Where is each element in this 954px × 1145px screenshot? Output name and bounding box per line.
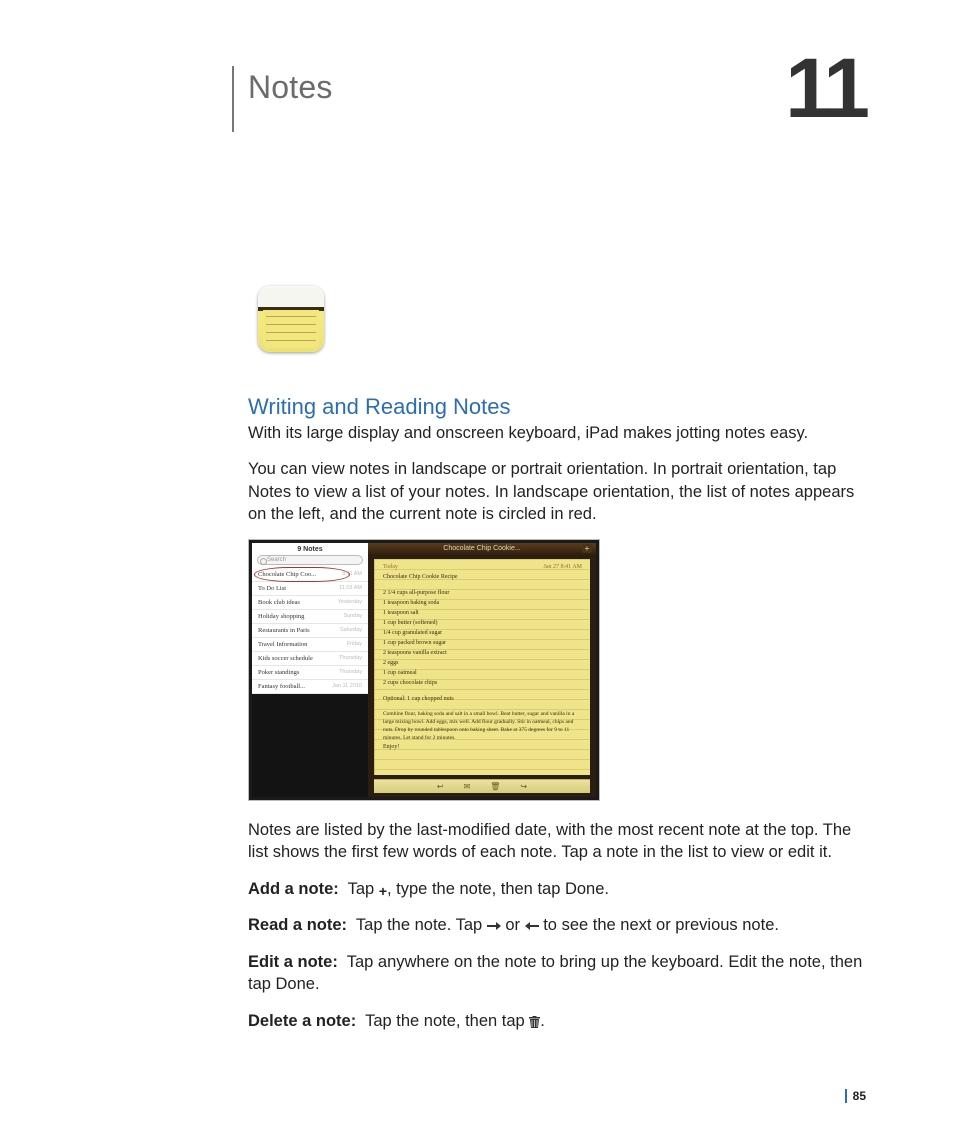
list-item[interactable]: Poker standings Thursday bbox=[252, 666, 368, 680]
note-day: Today bbox=[383, 562, 398, 572]
list-item[interactable]: Travel Information Friday bbox=[252, 638, 368, 652]
text: Tap bbox=[348, 880, 379, 898]
back-icon[interactable]: ↩ bbox=[437, 782, 444, 791]
list-item-label: Book club ideas bbox=[258, 599, 300, 606]
note-detail-panel: Chocolate Chip Cookie... + Today Jan 27 … bbox=[368, 543, 596, 797]
list-item[interactable]: Kids soccer schedule Thursday bbox=[252, 652, 368, 666]
note-title: Chocolate Chip Cookie... bbox=[443, 545, 520, 552]
note-heading: Chocolate Chip Cookie Recipe bbox=[383, 572, 582, 582]
add-note-line: Add a note: Tap +, type the note, then t… bbox=[248, 878, 864, 900]
mail-icon[interactable]: ✉ bbox=[464, 782, 471, 791]
list-item-label: Restaurants in Paris bbox=[258, 627, 310, 634]
read-note-label: Read a note: bbox=[248, 916, 347, 934]
text: . bbox=[540, 1012, 545, 1030]
note-line: Optional: 1 cup chopped nuts bbox=[383, 694, 582, 704]
list-item-time: 11:03 AM bbox=[339, 585, 362, 592]
arrow-right-icon bbox=[487, 915, 501, 937]
list-item[interactable]: Holiday shopping Sunday bbox=[252, 610, 368, 624]
text: to see the next or previous note. bbox=[539, 916, 779, 934]
trash-icon bbox=[529, 1011, 540, 1033]
note-line: 1/4 cup granulated sugar bbox=[383, 628, 582, 638]
list-item-time: Jan 11 2010 bbox=[332, 683, 362, 690]
body-content: Writing and Reading Notes With its large… bbox=[248, 394, 864, 1047]
list-item[interactable]: Chocolate Chip Coo... 8:11 AM bbox=[252, 568, 368, 582]
page-footer: 85 bbox=[845, 1089, 866, 1103]
list-item-time: Saturday bbox=[340, 627, 362, 634]
note-line: 1 cup oatmeal bbox=[383, 668, 582, 678]
note-date: Jan 27 8:41 AM bbox=[543, 562, 582, 572]
notes-screenshot-figure: 9 Notes Search Chocolate Chip Coo... 8:11… bbox=[248, 539, 600, 801]
list-item-label: To Do List bbox=[258, 585, 286, 592]
list-item-time: Thursday bbox=[339, 655, 362, 662]
orientation-paragraph: You can view notes in landscape or portr… bbox=[248, 458, 864, 525]
note-toolbar: ↩ ✉ 🗑 ↪ bbox=[374, 779, 590, 793]
edit-note-line: Edit a note: Tap anywhere on the note to… bbox=[248, 951, 864, 996]
note-instructions: Combine flour, baking soda and salt in a… bbox=[383, 710, 582, 742]
page-number: 85 bbox=[853, 1089, 866, 1103]
note-line: 1 teaspoon baking soda bbox=[383, 598, 582, 608]
note-line: 2 teaspoons vanilla extract bbox=[383, 648, 582, 658]
text: Tap anywhere on the note to bring up the… bbox=[248, 953, 862, 993]
notes-count-title: 9 Notes bbox=[252, 543, 368, 555]
add-note-button[interactable]: + bbox=[582, 544, 592, 553]
list-item-time: 8:11 AM bbox=[342, 571, 362, 578]
list-item[interactable]: Restaurants in Paris Saturday bbox=[252, 624, 368, 638]
chapter-number: 11 bbox=[785, 40, 866, 137]
text: Tap the note. Tap bbox=[356, 916, 487, 934]
edit-note-label: Edit a note: bbox=[248, 953, 338, 971]
list-item[interactable]: Fantasy football... Jan 11 2010 bbox=[252, 680, 368, 694]
note-body[interactable]: Today Jan 27 8:41 AM Chocolate Chip Cook… bbox=[374, 559, 590, 775]
footer-accent-bar bbox=[845, 1089, 847, 1103]
delete-note-label: Delete a note: bbox=[248, 1012, 356, 1030]
read-note-line: Read a note: Tap the note. Tap or to see… bbox=[248, 914, 864, 937]
listing-paragraph: Notes are listed by the last-modified da… bbox=[248, 819, 864, 864]
list-item-label: Poker standings bbox=[258, 669, 299, 676]
section-heading: Writing and Reading Notes bbox=[248, 394, 864, 420]
list-item[interactable]: Book club ideas Yesterday bbox=[252, 596, 368, 610]
list-item-label: Holiday shopping bbox=[258, 613, 304, 620]
list-item-label: Travel Information bbox=[258, 641, 307, 648]
note-line: Enjoy! bbox=[383, 742, 582, 752]
list-item-label: Kids soccer schedule bbox=[258, 655, 313, 662]
header-rule bbox=[232, 66, 234, 132]
notes-list-panel: 9 Notes Search Chocolate Chip Coo... 8:11… bbox=[252, 543, 368, 797]
intro-paragraph: With its large display and onscreen keyb… bbox=[248, 422, 864, 444]
forward-icon[interactable]: ↪ bbox=[520, 782, 527, 791]
note-line: 1 cup packed brown sugar bbox=[383, 638, 582, 648]
list-item-time: Thursday bbox=[339, 669, 362, 676]
add-note-label: Add a note: bbox=[248, 880, 339, 898]
manual-page: Notes 11 Writing and Reading Notes With … bbox=[0, 0, 954, 1145]
note-line: 2 cups chocolate chips bbox=[383, 678, 582, 688]
text: , type the note, then tap Done. bbox=[387, 880, 609, 898]
notes-app-icon bbox=[258, 286, 324, 352]
arrow-left-icon bbox=[525, 915, 539, 937]
note-line: 2 eggs bbox=[383, 658, 582, 668]
trash-icon[interactable]: 🗑 bbox=[490, 782, 500, 791]
text: or bbox=[501, 916, 525, 934]
list-item-label: Chocolate Chip Coo... bbox=[258, 571, 316, 578]
delete-note-line: Delete a note: Tap the note, then tap . bbox=[248, 1010, 864, 1033]
list-item-label: Fantasy football... bbox=[258, 683, 305, 690]
note-line: 2 1/4 cups all-purpose flour bbox=[383, 588, 582, 598]
note-line: 1 teaspoon salt bbox=[383, 608, 582, 618]
note-title-bar: Chocolate Chip Cookie... + bbox=[368, 543, 596, 555]
chapter-title: Notes bbox=[248, 69, 333, 106]
search-input[interactable]: Search bbox=[257, 555, 363, 565]
list-item[interactable]: To Do List 11:03 AM bbox=[252, 582, 368, 596]
list-item-time: Friday bbox=[347, 641, 362, 648]
text: Tap the note, then tap bbox=[365, 1012, 529, 1030]
list-item-time: Yesterday bbox=[338, 599, 362, 606]
note-line: 1 cup butter (softened) bbox=[383, 618, 582, 628]
list-item-time: Sunday bbox=[343, 613, 362, 620]
